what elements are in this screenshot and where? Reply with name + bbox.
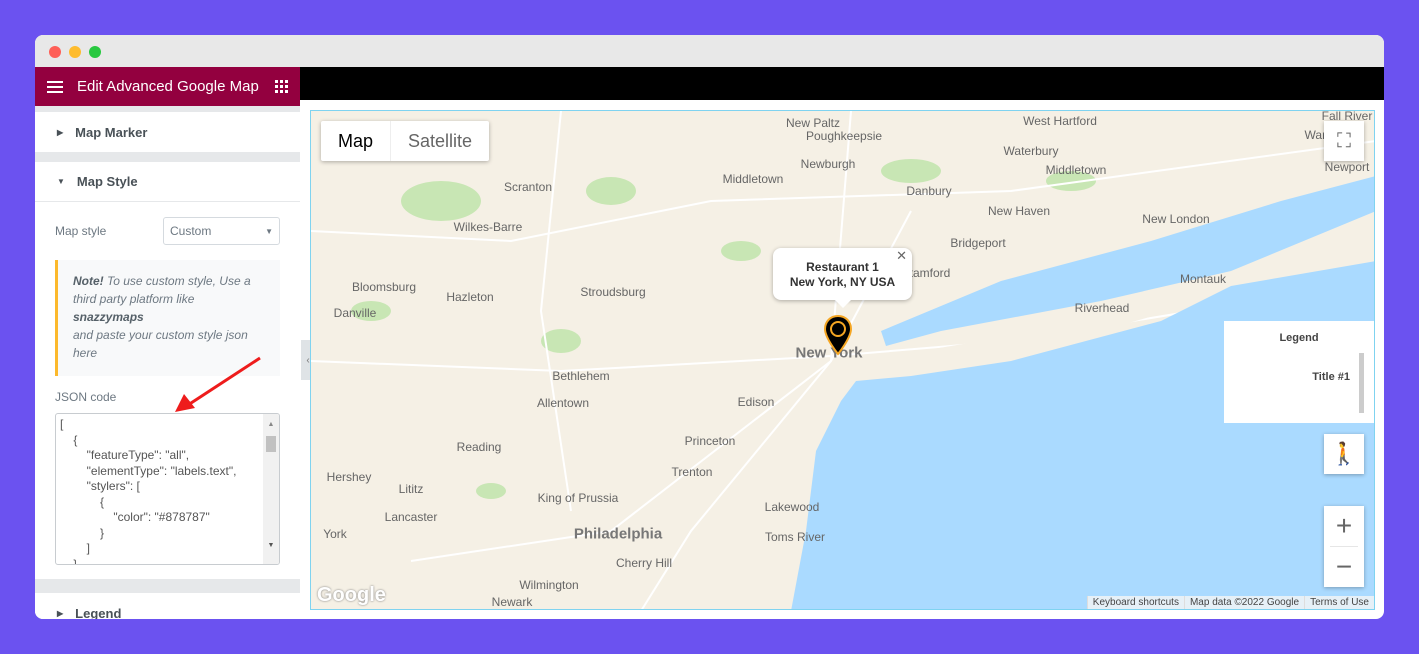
zoom-in-button[interactable]: + xyxy=(1324,506,1364,546)
code-line: "featureType": "all", xyxy=(60,448,190,462)
map-style-select[interactable]: Custom ▼ xyxy=(163,217,280,245)
hamburger-menu-icon[interactable] xyxy=(47,78,63,96)
city-label: Wilkes-Barre xyxy=(453,220,523,234)
chevron-down-icon: ▼ xyxy=(265,226,273,236)
panel-header: Edit Advanced Google Map xyxy=(35,67,300,106)
city-label: Middletown xyxy=(722,172,784,186)
city-label: Scranton xyxy=(503,180,553,194)
minimize-window-button[interactable] xyxy=(69,46,81,58)
city-label: Newport xyxy=(1324,160,1370,174)
city-label: King of Prussia xyxy=(537,491,619,505)
panel-title: Edit Advanced Google Map xyxy=(77,78,259,95)
info-address: New York, NY USA xyxy=(789,275,896,289)
city-label: Edison xyxy=(737,395,775,409)
city-label: New Paltz xyxy=(785,116,841,130)
tab-satellite[interactable]: Satellite xyxy=(390,121,489,161)
city-label: Danville xyxy=(333,306,377,320)
browser-window: Edit Advanced Google Map ▶ Map Marker ▼ Ma… xyxy=(35,35,1384,619)
section-map-style[interactable]: ▼ Map Style xyxy=(35,162,300,202)
city-label: Montauk xyxy=(1179,272,1227,286)
tab-map[interactable]: Map xyxy=(321,121,390,161)
city-label: Bloomsburg xyxy=(351,280,417,294)
city-label: Newark xyxy=(491,595,533,609)
code-line: "color": "#878787" xyxy=(60,510,210,524)
city-label: Reading xyxy=(456,440,502,454)
city-label: New Haven xyxy=(987,204,1051,218)
maximize-window-button[interactable] xyxy=(89,46,101,58)
map-legend: Legend Title #1 xyxy=(1224,321,1374,423)
city-label: Philadelphia xyxy=(573,525,663,543)
map-type-control: Map Satellite xyxy=(321,121,490,161)
info-pointer xyxy=(835,300,851,308)
city-label: Allentown xyxy=(536,396,590,410)
city-label: Middletown xyxy=(1045,163,1107,177)
city-label: Lancaster xyxy=(384,510,438,524)
code-line: }, xyxy=(60,556,81,565)
code-line: "elementType": "labels.text", xyxy=(60,463,237,478)
caret-down-icon: ▼ xyxy=(57,177,65,186)
city-label: York xyxy=(323,527,347,541)
city-label: Wilmington xyxy=(519,578,579,592)
scrollbar[interactable]: ▲ ▼ xyxy=(263,414,279,564)
snazzymaps-text: snazzymaps xyxy=(73,310,144,324)
pegman-icon[interactable]: 🚶 xyxy=(1324,434,1364,474)
city-label: New London xyxy=(1142,212,1210,226)
city-label: Newburgh xyxy=(800,157,856,171)
city-label: West Hartford xyxy=(1023,114,1097,128)
legend-title: Legend xyxy=(1279,332,1319,344)
city-label: Bethlehem xyxy=(552,369,610,383)
map-style-label: Map style xyxy=(55,224,107,238)
map-data-text: Map data ©2022 Google xyxy=(1183,596,1305,609)
close-icon[interactable]: ✕ xyxy=(896,248,907,263)
legend-item: Title #1 xyxy=(1312,371,1350,383)
city-label: Hershey xyxy=(326,470,372,484)
city-label: Riverhead xyxy=(1074,301,1130,315)
section-title: Map Style xyxy=(76,174,138,189)
city-label: Hazleton xyxy=(446,290,494,304)
city-label: Trenton xyxy=(671,465,713,479)
terms-of-use-link[interactable]: Terms of Use xyxy=(1304,596,1374,609)
code-line: { xyxy=(60,432,78,447)
city-label: Stroudsburg xyxy=(580,285,646,299)
preview-top-bar xyxy=(300,67,1384,100)
fullscreen-icon[interactable]: ⛶ xyxy=(1324,121,1364,161)
google-map[interactable]: New Paltz Poughkeepsie West Hartford Fall R… xyxy=(310,110,1375,610)
note-strong: Note! xyxy=(73,274,104,288)
select-value: Custom xyxy=(170,224,212,238)
city-label: Poughkeepsie xyxy=(805,129,883,143)
city-label: Toms River xyxy=(764,530,826,544)
apps-grid-icon[interactable] xyxy=(275,80,288,93)
city-label: Danbury xyxy=(906,184,952,198)
zoom-control: + − xyxy=(1324,506,1364,587)
city-label: Bridgeport xyxy=(950,236,1006,250)
map-marker-icon[interactable] xyxy=(823,314,853,356)
info-title: Restaurant 1 xyxy=(806,260,879,274)
section-legend[interactable]: ▶ Legend xyxy=(35,593,300,619)
caret-right-icon: ▶ xyxy=(57,608,64,618)
code-line: "stylers": [ xyxy=(60,479,140,493)
google-logo: Google xyxy=(317,584,386,606)
city-label: Cherry Hill xyxy=(615,556,673,570)
city-label: Lititz xyxy=(398,482,424,496)
section-map-marker[interactable]: ▶ Map Marker xyxy=(35,112,300,152)
editor-panel: Edit Advanced Google Map ▶ Map Marker ▼ Ma… xyxy=(35,67,300,619)
map-attribution: Keyboard shortcuts Map data ©2022 Google… xyxy=(1086,596,1374,609)
city-label: Waterbury xyxy=(1003,144,1059,158)
section-title: Map Marker xyxy=(75,124,148,140)
red-arrow-annotation xyxy=(175,356,261,412)
info-window: Restaurant 1 New York, NY USA ✕ xyxy=(773,248,912,308)
zoom-out-button[interactable]: − xyxy=(1330,546,1358,587)
code-line: ] xyxy=(60,541,91,555)
legend-scrollbar[interactable] xyxy=(1359,353,1364,413)
caret-right-icon: ▶ xyxy=(57,127,64,137)
city-label: Lakewood xyxy=(764,500,820,514)
city-label: Princeton xyxy=(684,434,736,448)
title-bar xyxy=(35,35,1384,67)
json-code-textarea[interactable]: [ { "featureType": "all", "elementType":… xyxy=(55,413,280,565)
code-line: { xyxy=(60,494,105,509)
close-window-button[interactable] xyxy=(49,46,61,58)
section-title: Legend xyxy=(75,605,122,620)
keyboard-shortcuts-link[interactable]: Keyboard shortcuts xyxy=(1086,596,1184,609)
code-line: } xyxy=(60,525,105,540)
